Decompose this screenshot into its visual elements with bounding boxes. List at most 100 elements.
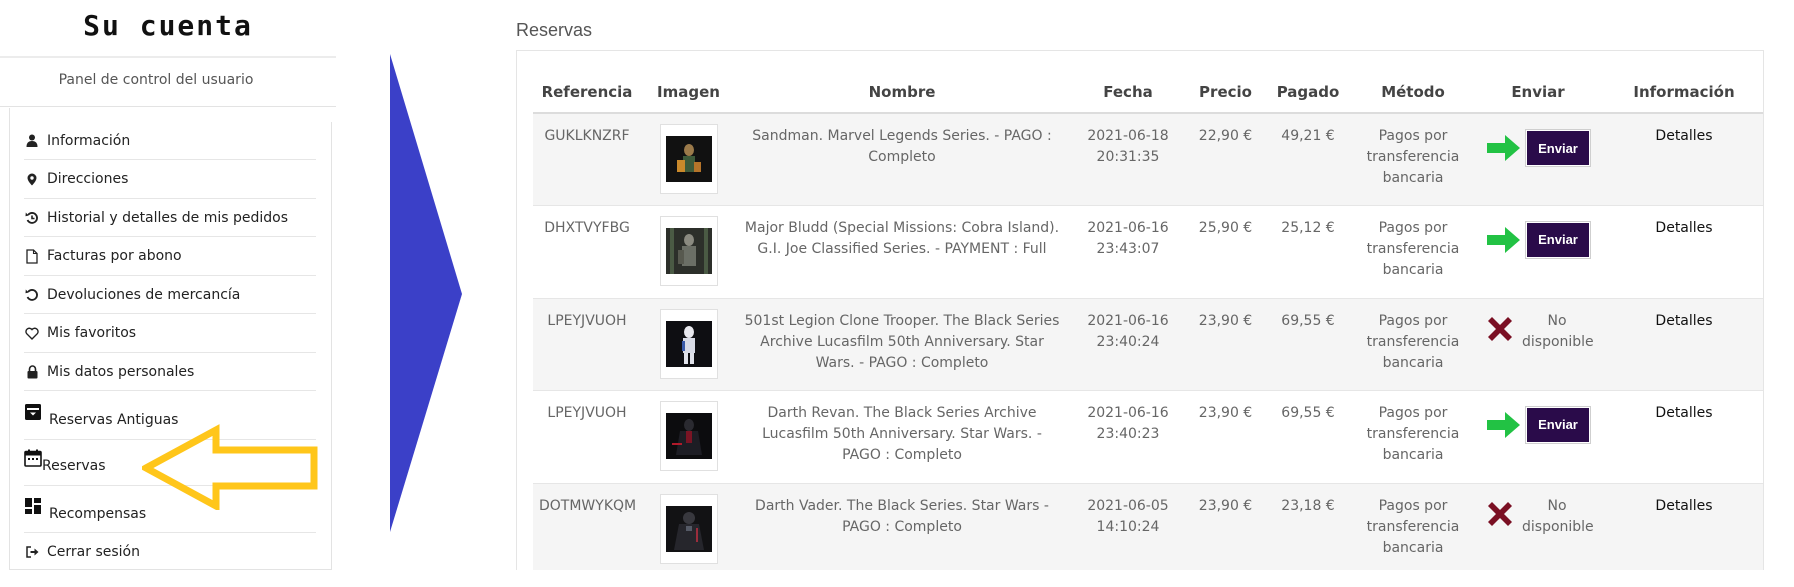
date-cell: 2021-06-18 20:31:35 xyxy=(1068,112,1188,205)
paid-cell: 23,18 € xyxy=(1263,482,1353,570)
date-cell: 2021-06-16 23:40:23 xyxy=(1068,389,1188,483)
table-row: GUKLKNZRF Sandman. Marvel Legends Series… xyxy=(533,112,1763,205)
column-header: Nombre xyxy=(736,71,1068,114)
menu-item-datos[interactable]: Mis datos personales xyxy=(24,353,316,391)
price-cell: 23,90 € xyxy=(1188,389,1263,483)
red-x-icon xyxy=(1488,501,1512,526)
paid-cell: 69,55 € xyxy=(1263,389,1353,483)
divider xyxy=(331,122,332,569)
details-link[interactable]: Detalles xyxy=(1603,389,1763,483)
column-header: Información xyxy=(1603,71,1763,114)
menu-item-label: Cerrar sesión xyxy=(47,544,140,560)
page-title: Reservas xyxy=(516,20,593,40)
menu-item-direcciones[interactable]: Direcciones xyxy=(24,160,316,199)
menu-item-label: Reservas xyxy=(42,457,106,474)
price-cell: 25,90 € xyxy=(1188,204,1263,298)
send-button[interactable]: Enviar xyxy=(1525,129,1591,167)
method-cell: Pagos por transferencia bancaria xyxy=(1353,297,1473,390)
table-row: DHXTVYFBG Major Bludd (Special Missions:… xyxy=(533,204,1763,298)
green-arrow-icon xyxy=(1487,411,1520,438)
lock-icon xyxy=(24,364,40,380)
menu-item-label: Facturas por abono xyxy=(47,248,182,264)
product-thumbnail[interactable] xyxy=(659,308,718,379)
menu-item-label: Información xyxy=(47,132,131,149)
send-cell: No disponible xyxy=(1473,297,1603,390)
date-cell: 2021-06-16 23:43:07 xyxy=(1068,204,1188,298)
green-arrow-icon xyxy=(1487,226,1520,253)
dashboard-icon xyxy=(24,497,42,515)
map-pin-icon xyxy=(24,171,40,187)
details-link[interactable]: Detalles xyxy=(1603,482,1763,570)
product-image xyxy=(665,412,712,459)
menu-item-label: Direcciones xyxy=(47,171,129,187)
reservations-table: Referencia Imagen Nombre Fecha Precio Pa… xyxy=(533,71,1763,570)
price-cell: 23,90 € xyxy=(1188,482,1263,570)
product-name-cell: Major Bludd (Special Missions: Cobra Isl… xyxy=(736,204,1068,298)
product-name-cell: Darth Revan. The Black Series Archive Lu… xyxy=(736,389,1068,483)
not-available-label: No disponible xyxy=(1522,312,1594,350)
heart-icon xyxy=(24,325,40,341)
product-name-cell: Darth Vader. The Black Series. Star Wars… xyxy=(736,482,1068,570)
document-icon xyxy=(24,248,40,264)
menu-item-informacion[interactable]: Información xyxy=(24,122,316,160)
menu-item-historial[interactable]: Historial y detalles de mis pedidos xyxy=(24,199,316,237)
divider xyxy=(0,56,336,58)
return-icon xyxy=(24,287,40,303)
send-button[interactable]: Enviar xyxy=(1525,220,1591,259)
method-cell: Pagos por transferencia bancaria xyxy=(1353,482,1473,570)
account-title: Su cuenta xyxy=(83,9,253,42)
column-header: Referencia xyxy=(533,71,641,114)
divider xyxy=(0,106,336,107)
blue-triangle-arrow-icon xyxy=(390,54,462,532)
history-icon xyxy=(24,210,40,226)
product-thumbnail[interactable] xyxy=(659,493,718,564)
reservations-panel: Referencia Imagen Nombre Fecha Precio Pa… xyxy=(516,50,1764,570)
yellow-pointer-arrow-icon xyxy=(142,424,318,510)
menu-item-label: Mis favoritos xyxy=(47,325,137,341)
table-row: LPEYJVUOH 501st Legion Clone Trooper. Th… xyxy=(533,297,1763,390)
not-available-label: No disponible xyxy=(1522,497,1594,535)
reference-cell: LPEYJVUOH xyxy=(533,297,641,390)
product-image xyxy=(665,136,712,182)
menu-item-facturas[interactable]: Facturas por abono xyxy=(24,237,316,276)
product-thumbnail[interactable] xyxy=(659,124,718,194)
menu-item-label: Devoluciones de mercancía xyxy=(47,286,241,303)
menu-item-cerrar-sesion[interactable]: Cerrar sesión xyxy=(24,533,316,571)
details-link[interactable]: Detalles xyxy=(1603,112,1763,205)
menu-item-label: Mis datos personales xyxy=(47,363,195,380)
column-header: Método xyxy=(1353,71,1473,114)
calendar-icon xyxy=(24,449,42,467)
send-cell: Enviar xyxy=(1473,204,1603,298)
column-header: Precio xyxy=(1188,71,1263,114)
method-cell: Pagos por transferencia bancaria xyxy=(1353,204,1473,298)
product-thumbnail[interactable] xyxy=(659,400,718,471)
archive-box-icon xyxy=(24,403,42,421)
price-cell: 22,90 € xyxy=(1188,112,1263,205)
menu-item-favoritos[interactable]: Mis favoritos xyxy=(24,314,316,353)
product-name-cell: Sandman. Marvel Legends Series. - PAGO :… xyxy=(736,112,1068,205)
method-cell: Pagos por transferencia bancaria xyxy=(1353,112,1473,205)
user-icon xyxy=(24,133,40,149)
send-button[interactable]: Enviar xyxy=(1525,405,1591,444)
paid-cell: 25,12 € xyxy=(1263,204,1353,298)
menu-item-devoluciones[interactable]: Devoluciones de mercancía xyxy=(24,276,316,314)
column-header: Pagado xyxy=(1263,71,1353,114)
product-image xyxy=(665,320,712,367)
column-header: Enviar xyxy=(1473,71,1603,114)
paid-cell: 69,55 € xyxy=(1263,297,1353,390)
reference-cell: GUKLKNZRF xyxy=(533,112,641,205)
send-cell: No disponible xyxy=(1473,482,1603,570)
paid-cell: 49,21 € xyxy=(1263,112,1353,205)
send-cell: Enviar xyxy=(1473,389,1603,483)
method-cell: Pagos por transferencia bancaria xyxy=(1353,389,1473,483)
menu-item-label: Historial y detalles de mis pedidos xyxy=(47,209,289,226)
product-thumbnail[interactable] xyxy=(659,215,718,286)
sign-out-icon xyxy=(24,544,40,560)
date-cell: 2021-06-05 14:10:24 xyxy=(1068,482,1188,570)
green-arrow-icon xyxy=(1487,135,1520,161)
reference-cell: LPEYJVUOH xyxy=(533,389,641,483)
column-header: Fecha xyxy=(1068,71,1188,114)
panel-subtitle: Panel de control del usuario xyxy=(58,72,254,88)
details-link[interactable]: Detalles xyxy=(1603,204,1763,298)
details-link[interactable]: Detalles xyxy=(1603,297,1763,390)
